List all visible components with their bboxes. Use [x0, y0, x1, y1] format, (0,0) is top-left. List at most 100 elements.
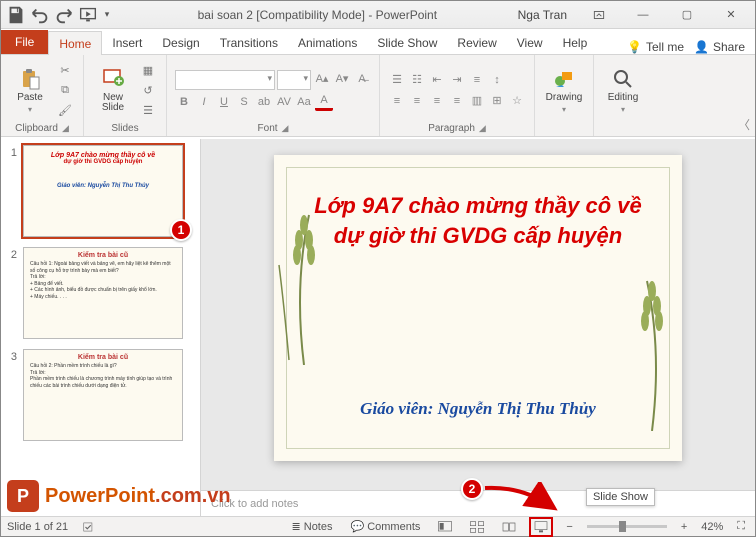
align-center-button[interactable]: ≡ [408, 92, 426, 110]
tab-review[interactable]: Review [447, 31, 506, 54]
group-editing: Editing ▾ [594, 55, 652, 136]
reset-button[interactable]: ↺ [138, 81, 158, 99]
tab-insert[interactable]: Insert [102, 31, 152, 54]
status-bar: Slide 1 of 21 ≣ Notes 💬 Comments − + 42%… [1, 516, 755, 536]
font-size-combo[interactable] [277, 70, 311, 90]
columns-button[interactable]: ▥ [468, 92, 486, 110]
zoom-out-button[interactable]: − [562, 518, 576, 536]
numbers-button[interactable]: ☷ [408, 71, 426, 89]
group-clipboard: Paste ▾ ✂ ⧉ 🖌 Clipboard◢ [1, 55, 84, 136]
decrease-font-button[interactable]: A▾ [333, 70, 351, 88]
font-color-button[interactable]: A [315, 93, 333, 111]
window-title: bai soan 2 [Compatibility Mode] - PowerP… [117, 8, 518, 22]
tellme-button[interactable]: 💡Tell me [627, 40, 684, 54]
edit-pane: Lớp 9A7 chào mừng thầy cô về dự giờ thi … [201, 139, 755, 516]
ribbon-options-button[interactable] [579, 1, 619, 29]
indent-dec-button[interactable]: ⇤ [428, 71, 446, 89]
paste-button[interactable]: Paste ▾ [9, 61, 51, 119]
char-spacing-button[interactable]: AV [275, 93, 293, 111]
thumb-3[interactable]: 3 Kiểm tra bài cũ Câu hỏi 2: Phần mềm tr… [5, 349, 196, 441]
shadow-button[interactable]: ab [255, 93, 273, 111]
clipboard-launcher[interactable]: ◢ [62, 123, 69, 134]
tab-animations[interactable]: Animations [288, 31, 367, 54]
slide-title[interactable]: Lớp 9A7 chào mừng thầy cô về dự giờ thi … [304, 191, 652, 250]
undo-button[interactable] [29, 4, 51, 26]
notes-button[interactable]: ≣ Notes [288, 518, 337, 536]
align-right-button[interactable]: ≡ [428, 92, 446, 110]
thumb-1[interactable]: 1 Lớp 9A7 chào mừng thầy cô về dự giờ th… [5, 145, 196, 237]
tab-home[interactable]: Home [48, 31, 102, 55]
tab-file[interactable]: File [1, 30, 48, 54]
align-text-button[interactable]: ⊞ [488, 92, 506, 110]
zoom-slider[interactable] [587, 525, 667, 528]
group-slides: New Slide ▦ ↺ ☰ Slides [84, 55, 167, 136]
tab-transitions[interactable]: Transitions [210, 31, 288, 54]
annotation-badge-2: 2 [461, 478, 483, 500]
maximize-button[interactable]: ▢ [667, 1, 707, 29]
slide-counter[interactable]: Slide 1 of 21 [7, 521, 68, 533]
tab-design[interactable]: Design [152, 31, 209, 54]
work-area: 1 Lớp 9A7 chào mừng thầy cô về dự giờ th… [1, 139, 755, 516]
slide-subtitle[interactable]: Giáo viên: Nguyễn Thị Thu Thủy [294, 399, 662, 419]
underline-button[interactable]: U [215, 93, 233, 111]
zoom-level[interactable]: 42% [701, 521, 723, 533]
bold-button[interactable]: B [175, 93, 193, 111]
paragraph-launcher[interactable]: ◢ [479, 123, 486, 134]
editing-button[interactable]: Editing ▾ [602, 61, 644, 119]
font-launcher[interactable]: ◢ [282, 123, 289, 134]
redo-button[interactable] [53, 4, 75, 26]
align-left-button[interactable]: ≡ [388, 92, 406, 110]
increase-font-button[interactable]: A▴ [313, 70, 331, 88]
slideshow-view-button[interactable] [530, 518, 552, 536]
user-name[interactable]: Nga Tran [518, 8, 567, 22]
normal-view-button[interactable] [434, 518, 456, 536]
copy-button[interactable]: ⧉ [55, 81, 75, 99]
spell-check-button[interactable] [78, 518, 100, 536]
new-slide-button[interactable]: New Slide [92, 61, 134, 119]
clear-formatting-button[interactable]: A̶ [353, 70, 371, 88]
text-direction-button[interactable]: ↕ [488, 71, 506, 89]
thumb-3-preview[interactable]: Kiểm tra bài cũ Câu hỏi 2: Phần mềm trìn… [23, 349, 183, 441]
line-spacing-button[interactable]: ≡ [468, 71, 486, 89]
start-from-beginning-button[interactable] [77, 4, 99, 26]
justify-button[interactable]: ≡ [448, 92, 466, 110]
zoom-in-button[interactable]: + [677, 518, 691, 536]
find-icon [611, 67, 635, 91]
qat-more-button[interactable]: ▾ [101, 4, 113, 26]
share-button[interactable]: 👤Share [694, 40, 745, 54]
ribbon-tabs: File Home Insert Design Transitions Anim… [1, 29, 755, 55]
share-icon: 👤 [694, 40, 709, 54]
thumb-2-preview[interactable]: Kiểm tra bài cũ Câu hỏi 1: Ngoài bảng vi… [23, 247, 183, 339]
section-button[interactable]: ☰ [138, 101, 158, 119]
thumb-2[interactable]: 2 Kiểm tra bài cũ Câu hỏi 1: Ngoài bảng … [5, 247, 196, 339]
font-family-combo[interactable] [175, 70, 275, 90]
layout-button[interactable]: ▦ [138, 61, 158, 79]
tab-view[interactable]: View [507, 31, 553, 54]
drawing-button[interactable]: Drawing ▾ [543, 61, 585, 119]
cut-button[interactable]: ✂ [55, 61, 75, 79]
comments-button[interactable]: 💬 Comments [347, 518, 425, 536]
tab-slideshow[interactable]: Slide Show [367, 31, 447, 54]
bullets-button[interactable]: ☰ [388, 71, 406, 89]
fit-to-window-button[interactable]: ⛶ [733, 518, 749, 536]
tab-help[interactable]: Help [553, 31, 598, 54]
format-painter-button[interactable]: 🖌 [55, 101, 75, 119]
thumb-1-preview[interactable]: Lớp 9A7 chào mừng thầy cô về dự giờ thi … [23, 145, 183, 237]
save-button[interactable] [5, 4, 27, 26]
close-button[interactable]: ✕ [711, 1, 751, 29]
change-case-button[interactable]: Aa [295, 93, 313, 111]
minimize-button[interactable]: — [623, 1, 663, 29]
italic-button[interactable]: I [195, 93, 213, 111]
sorter-view-button[interactable] [466, 518, 488, 536]
smartart-button[interactable]: ☆ [508, 92, 526, 110]
strike-button[interactable]: S [235, 93, 253, 111]
indent-inc-button[interactable]: ⇥ [448, 71, 466, 89]
quick-access-toolbar: ▾ [1, 4, 117, 26]
slide-thumbnails-pane[interactable]: 1 Lớp 9A7 chào mừng thầy cô về dự giờ th… [1, 139, 201, 516]
collapse-ribbon-button[interactable]: 〈 [738, 116, 750, 133]
group-drawing: Drawing ▾ [535, 55, 594, 136]
paragraph-label: Paragraph [428, 123, 475, 134]
slide-canvas[interactable]: Lớp 9A7 chào mừng thầy cô về dự giờ thi … [274, 155, 682, 461]
slide-canvas-wrap[interactable]: Lớp 9A7 chào mừng thầy cô về dự giờ thi … [201, 139, 755, 490]
reading-view-button[interactable] [498, 518, 520, 536]
